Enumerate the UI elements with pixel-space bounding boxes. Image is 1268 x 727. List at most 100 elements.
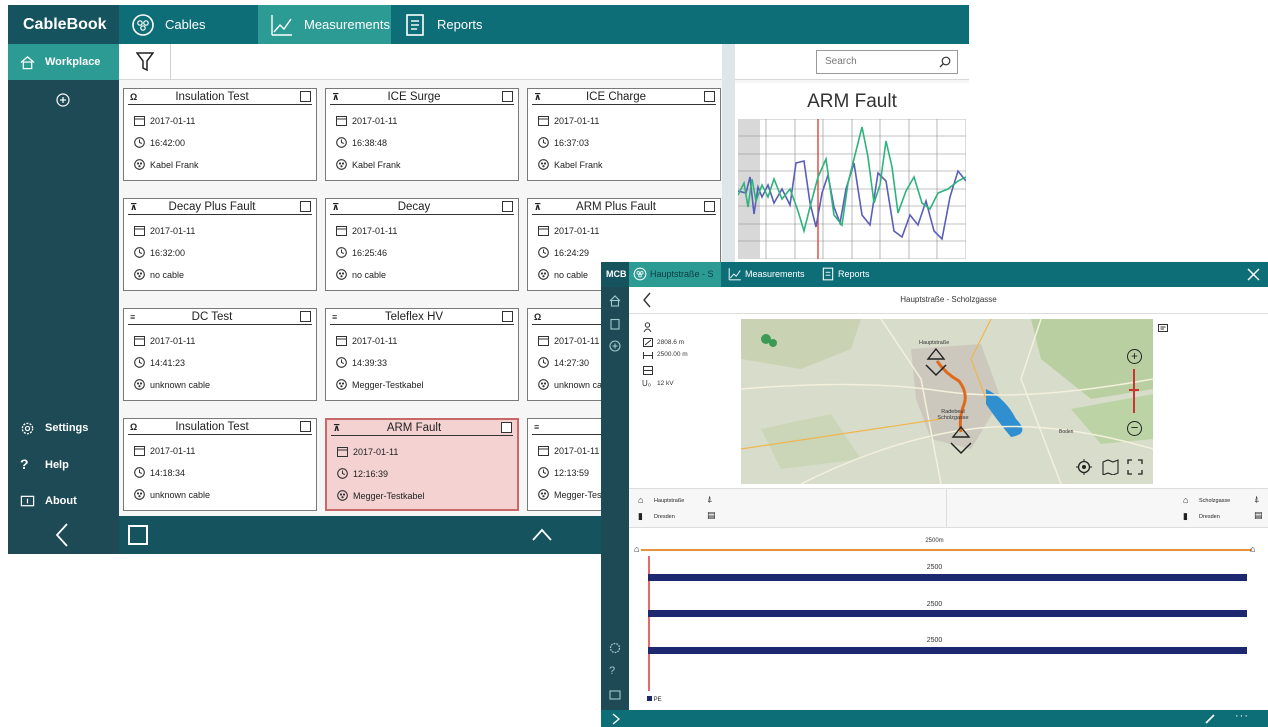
card-time-row: 14:18:34 — [134, 467, 185, 478]
add-icon[interactable] — [609, 340, 621, 352]
tab-cables[interactable]: Cables — [119, 5, 258, 44]
card-header: ⊼ ICE Charge — [532, 90, 716, 105]
notes-icon[interactable] — [1158, 324, 1168, 334]
card-checkbox[interactable] — [300, 421, 311, 432]
sidebar-item-settings[interactable]: Settings — [8, 410, 119, 446]
close-icon[interactable] — [1247, 268, 1260, 281]
card-time-row: 12:13:59 — [538, 467, 589, 478]
card-checkbox[interactable] — [300, 91, 311, 102]
zoom-slider[interactable] — [1133, 369, 1135, 413]
select-all-checkbox[interactable] — [128, 525, 148, 545]
search-icon — [939, 56, 951, 68]
home-icon: ⌂ — [638, 495, 644, 505]
expand-sidebar-icon[interactable] — [612, 713, 620, 725]
measurement-card[interactable]: ⊼ ICE Charge 2017-01-11 16:37:03 Kabel Frank — [527, 88, 721, 181]
calendar-icon — [538, 336, 549, 346]
card-date-row: 2017-01-11 — [538, 336, 599, 346]
card-time-row: 16:37:03 — [538, 137, 589, 148]
help-icon[interactable]: ? — [609, 665, 621, 677]
tab-front-measurements[interactable]: Measurements — [724, 262, 817, 287]
locate-icon[interactable] — [1076, 459, 1092, 475]
phase-lane-1[interactable] — [648, 574, 1247, 581]
card-cable-row: unknown cal — [538, 379, 605, 390]
card-cable: no cable — [150, 270, 185, 280]
add-workplace-icon[interactable] — [56, 93, 70, 107]
tab-measurements[interactable]: Measurements — [258, 5, 391, 44]
card-checkbox[interactable] — [502, 201, 513, 212]
start-endpoint[interactable]: ⌂ Hauptstraße ▮ Dresden ⍋ ▤ — [629, 489, 947, 527]
end-endpoint[interactable]: ⌂ Scholzgasse ▮ Dresden ⍋ ▤ — [948, 489, 1268, 527]
length-icon — [643, 352, 653, 361]
filter-icon — [136, 52, 154, 72]
more-options-icon[interactable]: ··· — [1235, 710, 1249, 722]
measurement-card[interactable]: ≡ DC Test 2017-01-11 14:41:23 unknown cable — [123, 308, 317, 401]
zoom-in-button[interactable]: + — [1127, 349, 1142, 364]
sidebar-item-workplace[interactable]: Workplace — [8, 44, 119, 80]
preview-title: ARM Fault — [807, 91, 897, 112]
measurement-card[interactable]: Ω Insulation Test 2017-01-11 14:18:34 unknow… — [123, 418, 317, 511]
top-navigation-bar: CableBook Cables Measurements Reports — [8, 5, 969, 44]
document-icon — [822, 267, 834, 281]
home-icon[interactable] — [609, 295, 621, 307]
sidebar-item-about[interactable]: About — [8, 483, 119, 519]
collapse-sidebar-icon[interactable] — [54, 522, 70, 548]
home-icon — [20, 56, 35, 70]
card-date: 2017-01-11 — [150, 226, 196, 236]
tab-cable-route[interactable]: Hauptstraße - S — [629, 262, 721, 287]
card-cable: unknown cable — [150, 490, 211, 500]
card-cable: Megger-Testkabel — [352, 380, 424, 390]
card-title: ARM Fault — [386, 422, 442, 434]
route-map[interactable]: Hauptstraße Radebeul Scholzgasse Boden +… — [741, 319, 1153, 484]
card-checkbox[interactable] — [300, 201, 311, 212]
card-checkbox[interactable] — [502, 91, 513, 102]
phase-lane-2[interactable] — [648, 610, 1247, 617]
fullscreen-icon[interactable] — [1127, 459, 1143, 475]
front-app-brand: MCB — [601, 262, 629, 287]
card-date: 2017-01-11 — [352, 226, 398, 236]
card-cable-row: no cable — [336, 269, 386, 280]
measurement-card[interactable]: ⊼ Decay Plus Fault 2017-01-11 16:32:00 no ca… — [123, 198, 317, 291]
cable-icon — [538, 379, 549, 390]
card-date-row: 2017-01-11 — [538, 116, 599, 126]
phase-lane-3[interactable] — [648, 647, 1247, 654]
card-checkbox[interactable] — [704, 201, 715, 212]
filter-button[interactable] — [119, 44, 171, 80]
sidebar-item-label: Workplace — [45, 56, 101, 68]
clipboard-icon[interactable] — [609, 318, 621, 330]
card-cable-row: Megger-Testkabel — [336, 379, 424, 390]
card-time: 14:39:33 — [352, 358, 388, 368]
card-date-row: 2017-01-11 — [538, 446, 599, 456]
zoom-slider-thumb[interactable] — [1129, 389, 1139, 391]
measurement-card[interactable]: ⊼ ARM Fault 2017-01-11 12:16:39 Megger-Testk… — [325, 418, 519, 511]
measurement-card[interactable]: ⊼ Decay 2017-01-11 16:25:46 no cable — [325, 198, 519, 291]
card-title: Decay Plus Fault — [168, 201, 256, 213]
sidebar-item-label: Settings — [45, 422, 89, 434]
gear-icon — [21, 422, 34, 435]
end-street: Scholzgasse — [1199, 498, 1231, 504]
card-checkbox[interactable] — [300, 311, 311, 322]
cable-icon — [538, 159, 549, 170]
measurement-card[interactable]: Ω Insulation Test 2017-01-11 16:42:00 Kabel … — [123, 88, 317, 181]
measurement-card[interactable]: ≡ Teleflex HV 2017-01-11 14:39:33 Megger-Tes… — [325, 308, 519, 401]
zoom-out-button[interactable]: − — [1127, 421, 1142, 436]
measurement-card[interactable]: ⊼ ICE Surge 2017-01-11 16:38:48 Kabel Frank — [325, 88, 519, 181]
card-date: 2017-01-11 — [150, 336, 196, 346]
calendar-icon — [538, 446, 549, 456]
tab-front-reports[interactable]: Reports — [817, 262, 887, 287]
card-cable: unknown cal — [554, 380, 605, 390]
edit-icon[interactable] — [1204, 713, 1216, 725]
search-input[interactable]: Search — [816, 50, 958, 74]
about-icon[interactable] — [609, 689, 621, 701]
card-checkbox[interactable] — [704, 91, 715, 102]
tab-reports[interactable]: Reports — [391, 5, 521, 44]
card-cable-row: unknown cable — [134, 379, 210, 390]
card-cable: Kabel Frank — [150, 160, 199, 170]
card-time: 16:32:00 — [150, 248, 186, 258]
map-layers-icon[interactable] — [1102, 459, 1119, 475]
sidebar-item-help[interactable]: ? Help — [8, 447, 119, 483]
lane-label-2: 2500 — [926, 601, 943, 608]
card-checkbox[interactable] — [502, 311, 513, 322]
card-checkbox[interactable] — [501, 422, 512, 433]
chevron-up-icon[interactable] — [531, 527, 553, 543]
map-label-start: Hauptstraße — [919, 340, 950, 346]
